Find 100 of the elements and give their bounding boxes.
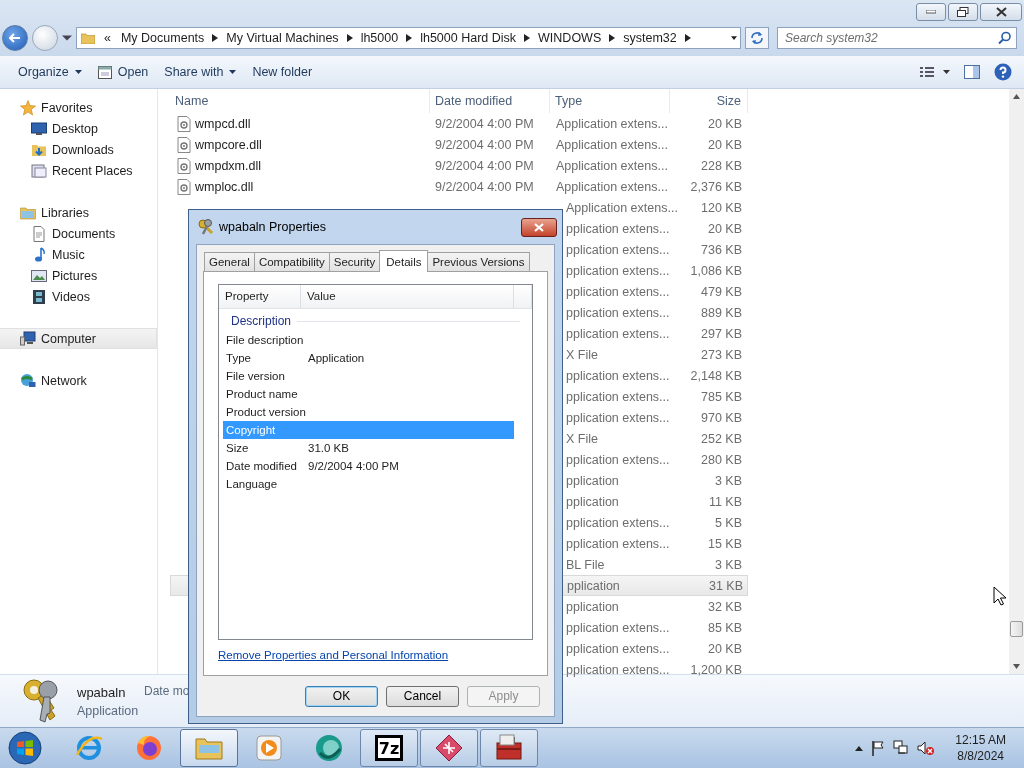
file-row[interactable]: wmpdxm.dll 9/2/2004 4:00 PM Application extens... 228 KB: [170, 155, 748, 176]
file-name[interactable]: wmpdxm.dll: [195, 158, 261, 173]
sidebar-item[interactable]: Network: [0, 370, 157, 391]
back-arrow-icon[interactable]: [9, 33, 21, 43]
dialog-button[interactable]: Cancel: [386, 685, 459, 707]
ie-browser-icon: [74, 733, 104, 763]
property-row[interactable]: File description: [223, 331, 514, 349]
back-button[interactable]: [2, 25, 28, 51]
refresh-button[interactable]: [745, 27, 769, 49]
close-icon[interactable]: [995, 7, 1007, 17]
file-size: 3 KB: [714, 473, 742, 488]
sidebar-item[interactable]: Downloads: [0, 139, 157, 160]
file-name[interactable]: wmpcd.dll: [195, 116, 251, 131]
sidebar-item[interactable]: Libraries: [0, 202, 157, 223]
sidebar-item[interactable]: Desktop: [0, 118, 157, 139]
dropdown-caret-icon[interactable]: [62, 33, 72, 43]
column-header[interactable]: Value: [301, 285, 514, 308]
breadcrumb-item[interactable]: system32: [618, 31, 682, 45]
window-icon: [97, 65, 112, 79]
tab[interactable]: Details: [379, 250, 429, 272]
muted-speaker-icon[interactable]: [917, 740, 936, 756]
show-hidden-icons-icon[interactable]: [855, 745, 864, 751]
preview-pane-icon[interactable]: [964, 65, 980, 79]
tab[interactable]: Previous Versions: [427, 252, 530, 271]
search-field[interactable]: Search system32: [777, 27, 1017, 49]
network-icon: [20, 372, 36, 389]
overflow-chevron[interactable]: «: [99, 31, 116, 45]
dll-file-icon: [177, 178, 191, 195]
file-size: 297 KB: [701, 326, 742, 341]
restore-icon[interactable]: [957, 7, 969, 17]
property-value: Application: [308, 352, 366, 364]
sidebar-item[interactable]: Music: [0, 244, 157, 265]
breadcrumb-item[interactable]: My Virtual Machines: [221, 31, 344, 45]
tab[interactable]: General: [204, 252, 255, 271]
sidebar-item[interactable]: Favorites: [0, 97, 157, 118]
breadcrumb-item[interactable]: WINDOWS: [533, 31, 607, 45]
file-size: 3 KB: [714, 557, 742, 572]
column-header[interactable]: Type: [550, 89, 670, 113]
property-row[interactable]: Type Application: [223, 349, 514, 367]
help-icon[interactable]: [994, 63, 1012, 81]
file-row[interactable]: wmpcd.dll 9/2/2004 4:00 PM Application extens... 20 KB: [170, 113, 748, 134]
view-options-icon[interactable]: [920, 66, 950, 78]
file-row[interactable]: wmploc.dll 9/2/2004 4:00 PM Application extens... 2,376 KB: [170, 176, 748, 197]
file-size: 479 KB: [701, 284, 742, 299]
clock[interactable]: 12:15 AM 8/8/2024: [955, 733, 1006, 763]
dropdown-caret-icon[interactable]: [731, 34, 737, 42]
taskbar-button[interactable]: [420, 729, 478, 767]
toolbar-button[interactable]: New folder: [244, 62, 321, 82]
sidebar-item[interactable]: Computer: [0, 328, 157, 349]
open-button[interactable]: Open: [89, 62, 157, 82]
sidebar-item[interactable]: Videos: [0, 286, 157, 307]
sidebar-item[interactable]: Pictures: [0, 265, 157, 286]
close-button[interactable]: [521, 217, 557, 237]
breadcrumb-arrow-icon[interactable]: [524, 34, 531, 42]
breadcrumb-arrow-icon[interactable]: [346, 34, 353, 42]
link[interactable]: Remove Properties and Personal Information: [218, 649, 449, 661]
address-bar[interactable]: « My Documents My Virtual Machines lh5000 lh5000 Hard Disk WINDOWS system32: [76, 27, 741, 49]
recent-places-icon: [31, 162, 47, 179]
property-row[interactable]: File version: [223, 367, 514, 385]
sidebar-item[interactable]: Recent Places: [0, 160, 157, 181]
taskbar-button[interactable]: 7z: [360, 729, 418, 767]
breadcrumb-arrow-icon[interactable]: [406, 34, 413, 42]
property-row[interactable]: Product name: [223, 385, 514, 403]
column-header[interactable]: Size: [670, 89, 748, 113]
refresh-icon[interactable]: [750, 32, 764, 44]
toolbar-button[interactable]: Share with: [156, 62, 245, 82]
column-header[interactable]: Name: [170, 89, 430, 113]
breadcrumb-arrow-icon[interactable]: [212, 34, 219, 42]
property-row[interactable]: Product version: [223, 403, 514, 421]
maximize-button[interactable]: [948, 3, 978, 21]
column-header[interactable]: Date modified: [430, 89, 550, 113]
taskbar-button[interactable]: [180, 729, 238, 767]
file-name[interactable]: wmploc.dll: [195, 179, 254, 194]
file-type: Application extens...: [556, 137, 668, 152]
toolbar-button[interactable]: Organize: [10, 62, 90, 82]
search-icon[interactable]: [998, 31, 1012, 45]
file-name[interactable]: wmpcore.dll: [195, 137, 262, 152]
taskbar-button[interactable]: [480, 729, 538, 767]
file-row[interactable]: wmpcore.dll 9/2/2004 4:00 PM Application extens... 20 KB: [170, 134, 748, 155]
tab[interactable]: Security: [328, 252, 381, 271]
dialog-button[interactable]: OK: [305, 685, 378, 707]
minimize-icon[interactable]: [926, 10, 936, 14]
breadcrumb-arrow-icon[interactable]: [684, 34, 691, 42]
close-button[interactable]: [980, 3, 1022, 21]
file-type: Application extens...: [556, 179, 668, 194]
network-icon[interactable]: [893, 740, 910, 756]
property-row[interactable]: Size 31.0 KB: [223, 439, 514, 457]
property-row[interactable]: Language: [223, 475, 514, 493]
tab[interactable]: Compatibility: [253, 252, 330, 271]
breadcrumb-arrow-icon[interactable]: [609, 34, 616, 42]
file-type: pplication extens...: [566, 242, 670, 257]
sidebar-item[interactable]: Documents: [0, 223, 157, 244]
breadcrumb-item[interactable]: lh5000: [355, 31, 404, 45]
scrollbar[interactable]: [1009, 89, 1024, 674]
flag-icon[interactable]: [871, 740, 886, 756]
property-row[interactable]: Date modified 9/2/2004 4:00 PM: [223, 457, 514, 475]
breadcrumb-item[interactable]: My Documents: [115, 31, 210, 45]
scroll-thumb[interactable]: [1010, 621, 1023, 637]
breadcrumb-item[interactable]: lh5000 Hard Disk: [415, 31, 522, 45]
column-header[interactable]: Property: [219, 285, 301, 308]
